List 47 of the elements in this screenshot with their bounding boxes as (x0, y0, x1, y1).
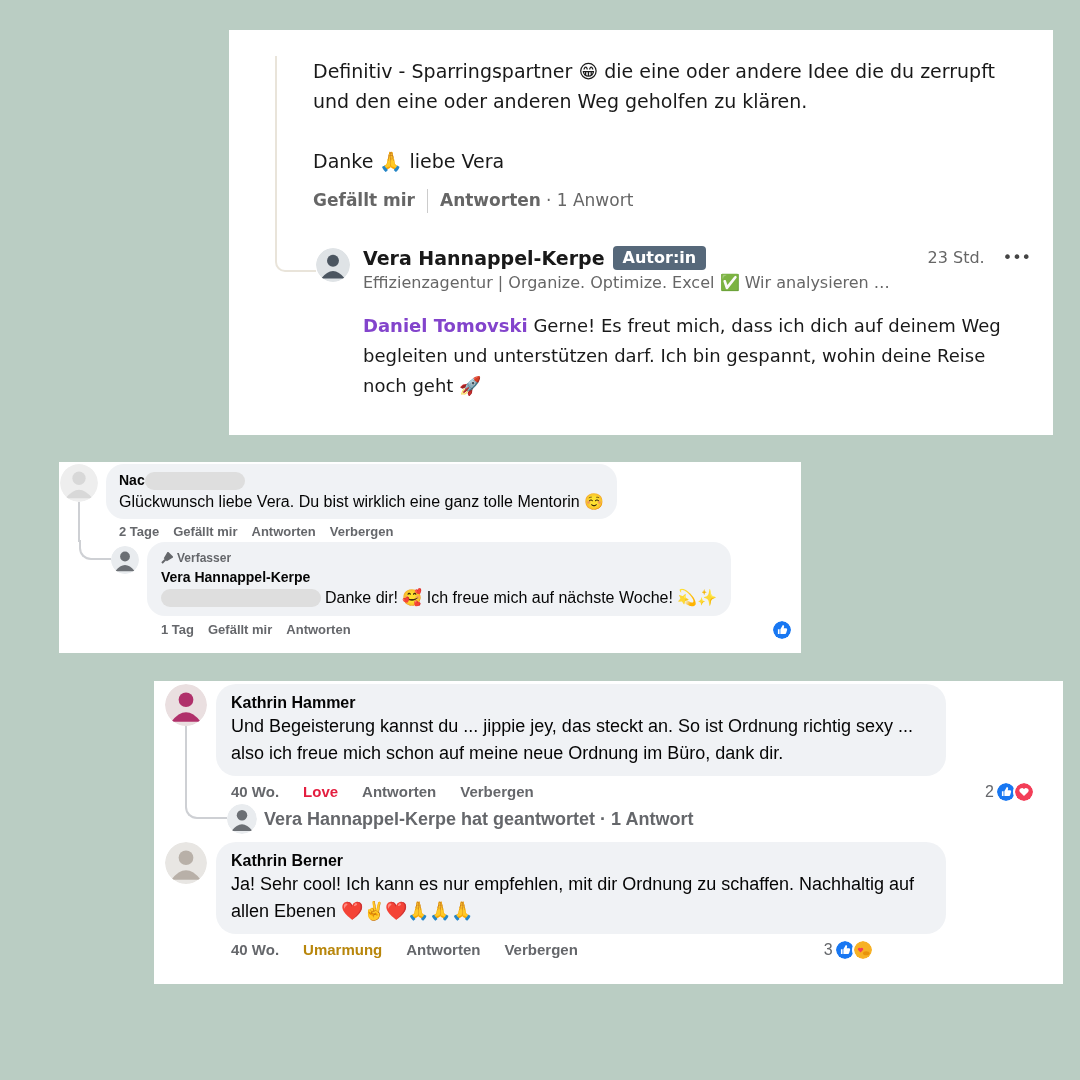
mention-link[interactable]: Daniel Tomovski (363, 315, 528, 336)
action-link[interactable]: 2 Tage (119, 522, 160, 542)
author-name[interactable]: Vera Hannappel-Kerpe (363, 243, 605, 272)
comment-text: Glückwunsch liebe Vera. Du bist wirklich eine ganz tolle Mentorin ☺ (119, 492, 605, 512)
reply-link[interactable]: Antworten (440, 188, 541, 214)
heart-icon (1013, 781, 1035, 803)
author-badge: Autor:in (612, 245, 707, 270)
author-name[interactable]: Kathrin Berner (231, 851, 931, 871)
reaction-link[interactable]: Umarmung (303, 938, 383, 962)
like-link[interactable]: Gefällt mir (313, 188, 415, 214)
replies-link[interactable]: Vera Hannappel-Kerpe hat geantwortet · 1 Antwort (264, 805, 694, 833)
action-link[interactable]: Antworten (286, 619, 351, 640)
action-link[interactable]: Antworten (362, 780, 437, 804)
reaction-link[interactable]: Love (303, 780, 339, 804)
comment-text: Definitiv - Sparringspartner 😁 die eine oder andere Idee die du zerrupft und den eine oder anderen Weg geholfen zu klären. (313, 59, 996, 114)
profile-avatar (111, 545, 139, 574)
role-label: Verfasser (177, 549, 232, 567)
reply-text: Daniel Tomovski Gerne! Es freut mich, dass ich dich auf deinem Weg begleiten und unterstützen darf. Ich bin gespannt, wohin deine Reise noch geht 🚀 (363, 314, 1002, 398)
timestamp[interactable]: 40 Wo. (231, 938, 280, 962)
action-link[interactable]: Verbergen (460, 780, 534, 804)
action-link[interactable]: Gefällt mir (173, 522, 238, 542)
more-button[interactable]: ••• (1002, 245, 1031, 270)
reply-count[interactable]: · 1 Anwort (545, 188, 634, 214)
profile-avatar (165, 842, 207, 884)
reaction-count: 3 (823, 940, 833, 960)
timestamp[interactable]: 40 Wo. (231, 780, 280, 804)
action-link[interactable]: Verbergen (329, 522, 394, 542)
profile-avatar (165, 684, 207, 726)
profile-avatar (316, 247, 350, 282)
author-headline: Effizienzagentur | Organize. Optimize. Excel ✅ Wir analysieren … (363, 272, 891, 294)
author-name[interactable]: Nac (119, 470, 145, 491)
action-link[interactable]: Antworten (406, 938, 481, 962)
comment-text: Danke 🙏 liebe Vera (313, 149, 506, 174)
reaction-count: 2 (985, 782, 994, 802)
author-name[interactable]: Kathrin Hammer (231, 693, 931, 713)
author-name[interactable]: Vera Hannappel-Kerpe (161, 566, 718, 587)
action-link[interactable]: Gefällt mir (208, 619, 273, 640)
comment-text: Ja! Sehr cool! Ich kann es nur empfehlen, mit dir Ordnung zu schaffen. Nachhaltig auf allen Ebenen ❤✌❤🙏🙏🙏 (231, 873, 916, 923)
profile-avatar (227, 804, 257, 834)
thumbs-up-icon (771, 618, 793, 641)
reply-text: Danke dir! 🥰 Ich freue mich auf nächste Woche! 💫✨ (325, 587, 718, 609)
comment-text: Und Begeisterung kannst du ... jippie jey, das steckt an. So ist Ordnung richtig sexy ... also ich freue mich schon auf meine neue Ordnung im Büro, dank dir. (231, 715, 915, 765)
action-link[interactable]: Antworten (251, 522, 316, 542)
action-link[interactable]: Verbergen (504, 938, 578, 962)
timestamp: 23 Std. (927, 246, 985, 269)
action-link[interactable]: 1 Tag (161, 619, 194, 640)
thumbs-up-icon (833, 939, 856, 961)
